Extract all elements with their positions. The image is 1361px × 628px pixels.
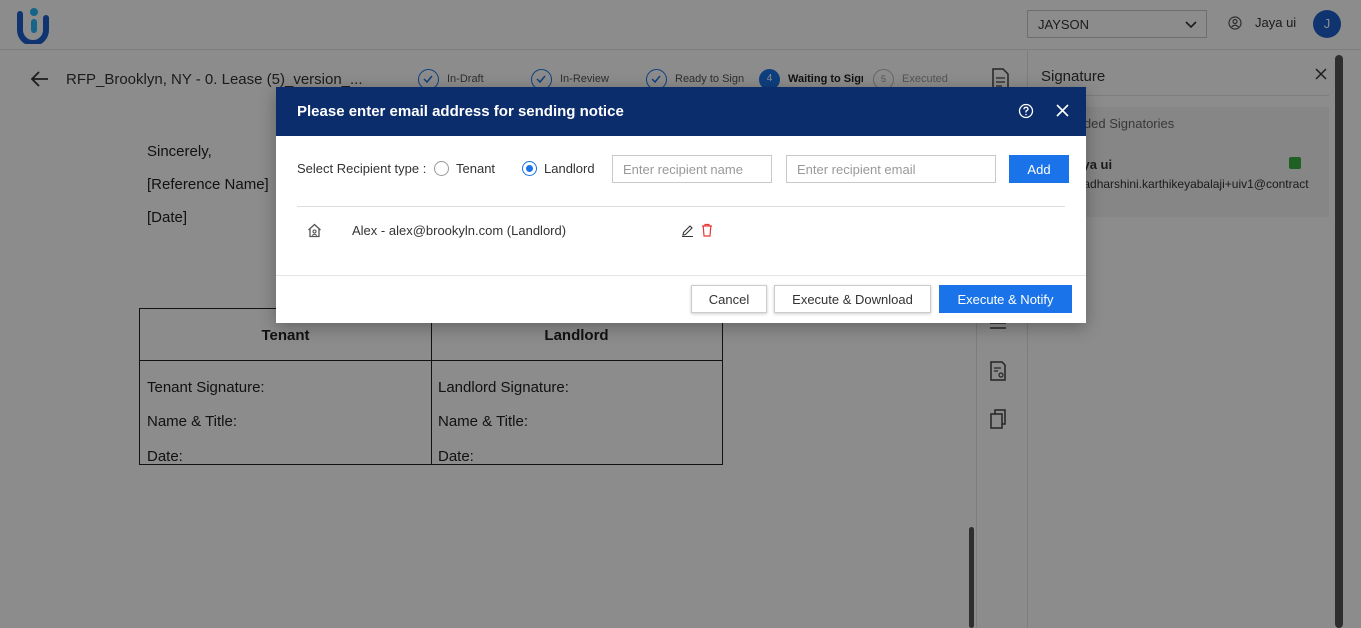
recipient-entry: Alex - alex@brookyln.com (Landlord) (352, 223, 567, 238)
recipient-email-input[interactable] (786, 155, 996, 183)
landlord-house-icon (308, 223, 321, 238)
radio-landlord[interactable] (522, 161, 537, 176)
radio-landlord-label[interactable]: Landlord (544, 161, 595, 176)
divider (297, 206, 1065, 207)
edit-icon[interactable] (681, 224, 694, 237)
execute-notify-button[interactable]: Execute & Notify (939, 285, 1072, 313)
send-notice-modal: Please enter email address for sending n… (276, 87, 1086, 323)
divider (276, 275, 1086, 276)
close-icon[interactable] (1056, 104, 1069, 117)
recipient-name-input[interactable] (612, 155, 772, 183)
execute-download-button[interactable]: Execute & Download (774, 285, 931, 313)
delete-icon[interactable] (701, 223, 713, 237)
radio-tenant[interactable] (434, 161, 449, 176)
modal-header: Please enter email address for sending n… (276, 87, 1086, 136)
help-icon[interactable] (1018, 103, 1034, 119)
recipient-type-label: Select Recipient type : (297, 161, 427, 176)
cancel-button[interactable]: Cancel (691, 285, 767, 313)
add-recipient-button[interactable]: Add (1009, 155, 1069, 183)
modal-title: Please enter email address for sending n… (297, 103, 624, 120)
radio-tenant-label[interactable]: Tenant (456, 161, 495, 176)
